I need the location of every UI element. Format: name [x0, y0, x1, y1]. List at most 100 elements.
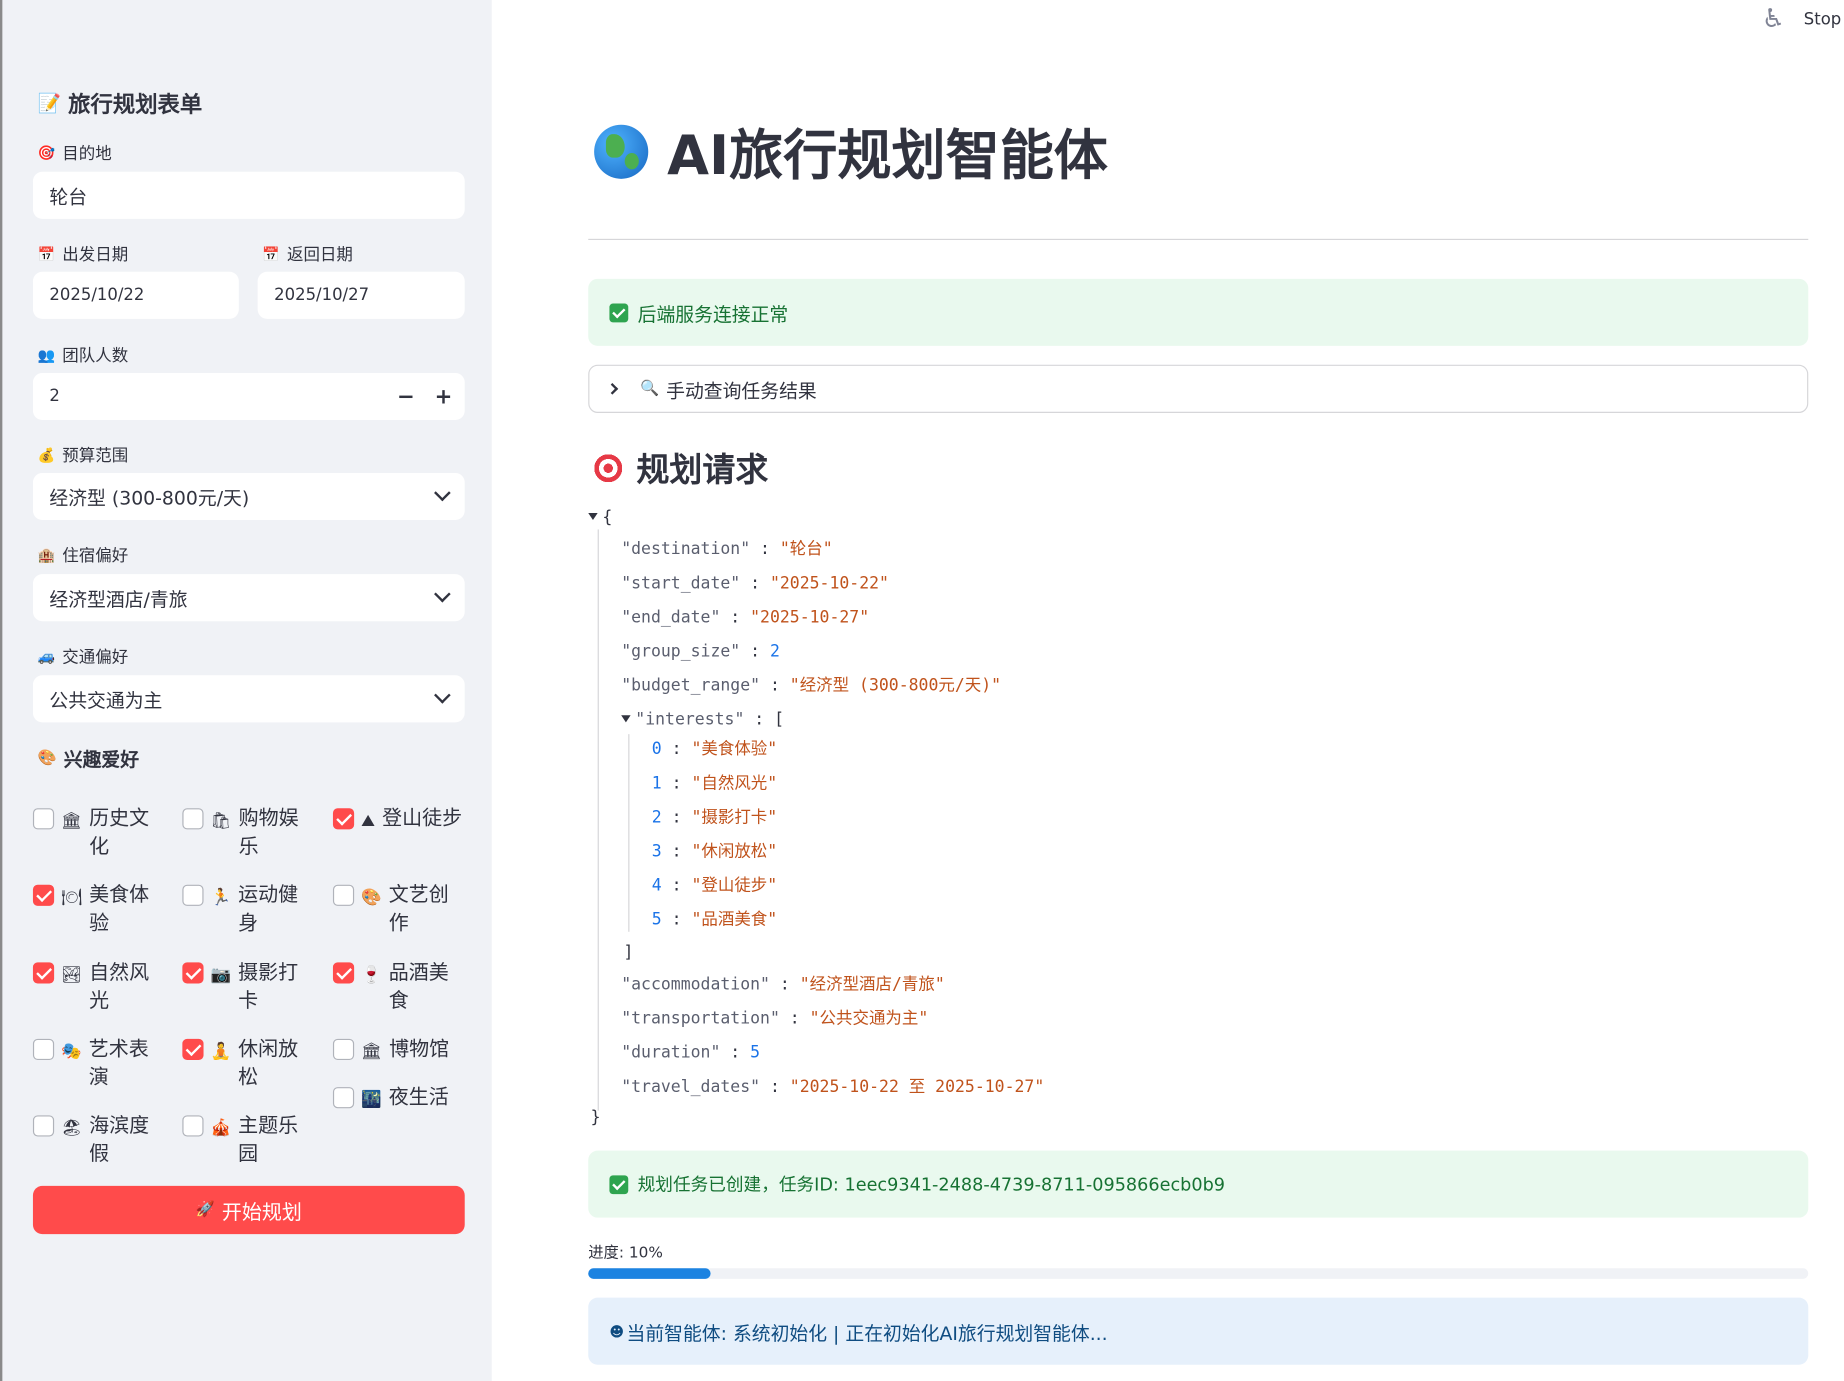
return-date-input[interactable]: 2025/10/27: [257, 271, 465, 319]
destination-input[interactable]: 轮台: [32, 171, 465, 219]
chevron-right-icon: [606, 383, 619, 395]
checkbox-box[interactable]: [182, 884, 204, 906]
json-array-item: 3 : "休闲放松": [651, 842, 778, 862]
globe-icon: [594, 124, 649, 179]
decrement-button[interactable]: −: [387, 373, 425, 420]
progress-label: 进度: 10%: [588, 1244, 663, 1263]
json-row: "end_date" : "2025-10-27": [621, 608, 870, 628]
progress-fill: [588, 1268, 711, 1279]
start-date-input[interactable]: 2025/10/22: [32, 271, 239, 319]
manual-query-expander[interactable]: 🔍 手动查询任务结果: [588, 364, 1809, 413]
interest-checkbox[interactable]: 🌃 夜生活: [332, 1084, 462, 1115]
checkbox-box[interactable]: [332, 962, 355, 984]
checkbox-box[interactable]: [182, 1038, 204, 1061]
interest-checkbox[interactable]: 🏞 自然风光: [32, 959, 162, 1015]
shopping-bags-icon: 🛍: [210, 811, 232, 831]
interest-label: 历史文化: [89, 807, 150, 859]
json-array-value: "休闲放松": [691, 842, 778, 862]
hotel-icon: 🏨: [37, 547, 56, 564]
night-city-icon: 🌃: [361, 1090, 382, 1110]
interest-checkbox[interactable]: ⛰ 登山徒步: [332, 805, 463, 836]
interest-checkbox[interactable]: 🎭 艺术表演: [32, 1035, 162, 1091]
runner-icon: 🏃: [210, 888, 232, 908]
interest-checkbox[interactable]: 🏛 博物馆: [332, 1035, 462, 1066]
group-size-label: 👥 团队人数: [37, 347, 129, 366]
interest-label: 夜生活: [388, 1085, 449, 1110]
classical-building-icon: 🏛: [61, 811, 83, 831]
return-date-label: 📅 返回日期: [262, 245, 353, 265]
json-array-index: 0: [651, 740, 662, 759]
checkbox-box[interactable]: [32, 1115, 55, 1137]
checkbox-box[interactable]: [32, 884, 55, 906]
stop-button[interactable]: Stop: [1804, 10, 1841, 29]
chevron-down-icon: [434, 484, 451, 502]
json-array-value: "自然风光": [691, 774, 778, 793]
page-title: AI旅行规划智能体: [594, 113, 1108, 191]
checkbox-box[interactable]: [182, 962, 204, 984]
json-array-item: 0 : "美食体验": [651, 740, 778, 759]
checkbox-box[interactable]: [182, 808, 204, 830]
start-planning-button[interactable]: 🚀 开始规划: [32, 1185, 465, 1235]
checkbox-box[interactable]: [32, 962, 55, 984]
request-section-title: 规划请求: [591, 445, 768, 492]
transport-label: 🚙 交通偏好: [37, 648, 129, 668]
budget-select[interactable]: 经济型 (300-800元/天): [32, 472, 465, 521]
interest-label: 休闲放松: [238, 1037, 299, 1090]
destination-label: 🎯 目的地: [37, 144, 112, 164]
interest-checkbox[interactable]: 🧘 休闲放松: [182, 1035, 311, 1091]
json-array-index: 5: [651, 910, 662, 930]
checkbox-box[interactable]: [332, 1087, 355, 1109]
json-array-index: 3: [651, 842, 662, 862]
json-array-close: ]: [623, 943, 634, 963]
checkbox-box[interactable]: [32, 1038, 55, 1061]
top-toolbar: ♿ Stop: [1762, 0, 1844, 34]
interest-label: 运动健身: [238, 883, 299, 936]
interest-label: 博物馆: [389, 1037, 450, 1062]
interest-checkbox[interactable]: 🍷 品酒美食: [332, 959, 462, 1015]
checkbox-box[interactable]: [332, 808, 355, 830]
calendar-icon: 📅: [37, 245, 56, 263]
group-size-stepper[interactable]: 2 − +: [32, 372, 465, 421]
masks-icon: 🎭: [61, 1042, 82, 1062]
interests-title: 🎨 兴趣爱好: [37, 748, 140, 771]
accommodation-label: 🏨 住宿偏好: [37, 547, 129, 566]
json-row: "transportation" : "公共交通为主": [621, 1009, 929, 1029]
palette-icon: 🎨: [361, 888, 382, 908]
interest-label: 摄影打卡: [238, 961, 299, 1013]
budget-label: 💰 预算范围: [37, 447, 129, 466]
collapse-icon: [621, 715, 631, 723]
checkbox-box[interactable]: [332, 1038, 355, 1061]
accommodation-select[interactable]: 经济型酒店/青旅: [32, 574, 465, 622]
interest-checkbox[interactable]: 🏖 海滨度假: [32, 1112, 162, 1168]
interest-checkbox[interactable]: 🍽 美食体验: [32, 881, 162, 937]
transport-select[interactable]: 公共交通为主: [32, 675, 465, 723]
interest-label: 登山徒步: [382, 807, 463, 831]
lotus-position-icon: 🧘: [210, 1042, 232, 1062]
interest-label: 文艺创作: [388, 883, 449, 936]
checkbox-box[interactable]: [182, 1115, 204, 1137]
agent-status-alert: ☻ 当前智能体: 系统初始化 | 正在初始化AI旅行规划智能体...: [588, 1297, 1809, 1365]
calendar-icon: 📅: [262, 245, 280, 263]
wine-glass-icon: 🍷: [361, 965, 382, 985]
car-icon: 🚙: [37, 648, 56, 665]
chevron-down-icon: [434, 686, 451, 704]
interest-checkbox[interactable]: 🏃 运动健身: [182, 881, 311, 937]
form-title: 📝 旅行规划表单: [37, 91, 203, 118]
json-array-item: 2 : "摄影打卡": [651, 808, 778, 828]
json-array-value: "美食体验": [691, 740, 778, 759]
interest-checkbox[interactable]: 🛍 购物娱乐: [182, 805, 311, 861]
money-bag-icon: 💰: [37, 447, 56, 464]
json-array-value: "品酒美食": [691, 910, 778, 930]
json-array-item: 4 : "登山徒步": [651, 876, 778, 896]
json-interests-key[interactable]: "interests" : [: [621, 708, 784, 732]
interest-checkbox[interactable]: 🏛 历史文化: [32, 805, 162, 861]
interest-checkbox[interactable]: 🎨 文艺创作: [332, 881, 462, 937]
interest-checkbox[interactable]: 📷 摄影打卡: [182, 959, 311, 1015]
increment-button[interactable]: +: [425, 373, 463, 420]
checkbox-box[interactable]: [332, 884, 355, 906]
interest-label: 艺术表演: [88, 1037, 149, 1090]
interest-checkbox[interactable]: 🎪 主题乐园: [182, 1112, 311, 1168]
progress-bar: [588, 1268, 1809, 1279]
json-open-brace[interactable]: {: [588, 506, 612, 530]
checkbox-box[interactable]: [32, 808, 55, 830]
